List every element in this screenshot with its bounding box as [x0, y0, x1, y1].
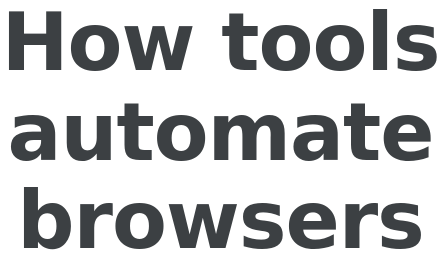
headline-line-1: How tools	[1, 0, 441, 89]
headline-line-2: automate	[7, 86, 435, 179]
headline-line-3: browsers	[17, 174, 425, 267]
page: How tools automate browsers	[0, 0, 441, 272]
headline: How tools automate browsers	[0, 0, 441, 272]
